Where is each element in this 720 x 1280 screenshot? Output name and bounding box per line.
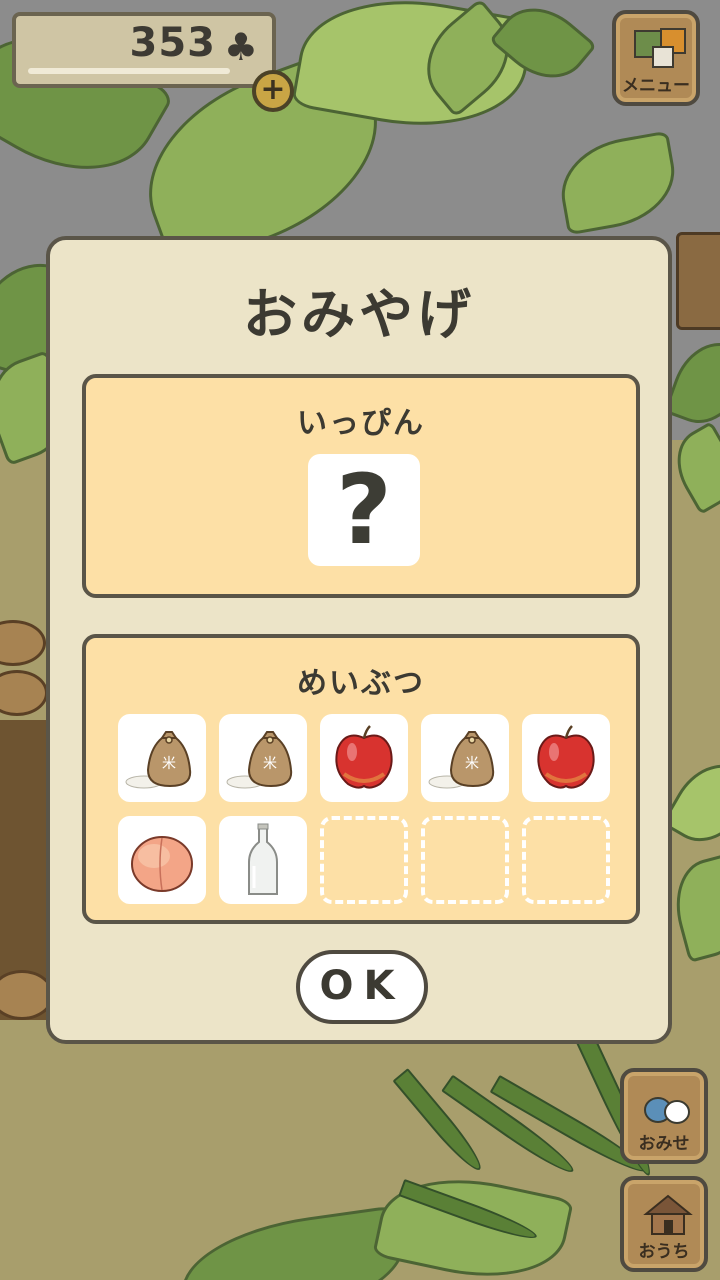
plus-icon: + <box>260 72 286 107</box>
item-slot[interactable] <box>219 816 307 904</box>
item-slot[interactable] <box>320 714 408 802</box>
house-icon <box>643 1194 693 1235</box>
menu-label: メニュー <box>622 76 690 96</box>
local-goods-title: めいぶつ <box>297 666 425 701</box>
rice-bag-icon: 米 <box>428 731 495 789</box>
shop-label: おみせ <box>638 1134 690 1154</box>
menu-squares-icon <box>652 46 674 68</box>
clover-icon: ♣ <box>223 25 258 69</box>
shop-bag-icon <box>644 1097 690 1124</box>
home-label: おうち <box>638 1242 690 1262</box>
specialty-title: いっぴん <box>297 406 425 441</box>
item-slot[interactable] <box>118 816 206 904</box>
specialty-panel: いっぴん ? <box>82 374 640 598</box>
rice-bag-icon: 米 <box>125 731 192 789</box>
item-slot[interactable]: 米 <box>118 714 206 802</box>
item-slot[interactable]: 米 <box>421 714 509 802</box>
svg-text:米: 米 <box>162 756 176 772</box>
counter-bar <box>28 68 230 74</box>
souvenir-dialog: おみやげ いっぴん ? めいぶつ 米 米 米 OK <box>46 236 672 1044</box>
local-goods-panel: めいぶつ 米 米 米 <box>82 634 640 924</box>
home-button[interactable]: おうち <box>620 1176 708 1272</box>
bottle-icon <box>248 823 278 895</box>
item-slot[interactable] <box>522 714 610 802</box>
empty-slot <box>522 816 610 904</box>
peach-icon <box>131 836 193 892</box>
shop-button[interactable]: おみせ <box>620 1068 708 1164</box>
rice-bag-icon: 米 <box>226 731 293 789</box>
wooden-fence <box>676 232 720 330</box>
menu-button[interactable]: メニュー <box>612 10 700 106</box>
clover-count: 353 <box>129 20 216 66</box>
clover-counter: 353 ♣ <box>12 12 276 88</box>
ok-button[interactable]: OK <box>296 950 428 1024</box>
apple-icon <box>537 725 595 789</box>
mystery-item[interactable]: ? <box>308 454 420 566</box>
add-clover-button[interactable]: + <box>252 70 294 112</box>
svg-text:米: 米 <box>263 756 277 772</box>
item-slot[interactable]: 米 <box>219 714 307 802</box>
svg-text:米: 米 <box>465 756 479 772</box>
empty-slot <box>320 816 408 904</box>
dialog-title: おみやげ <box>243 283 475 346</box>
empty-slot <box>421 816 509 904</box>
apple-icon <box>335 725 393 789</box>
